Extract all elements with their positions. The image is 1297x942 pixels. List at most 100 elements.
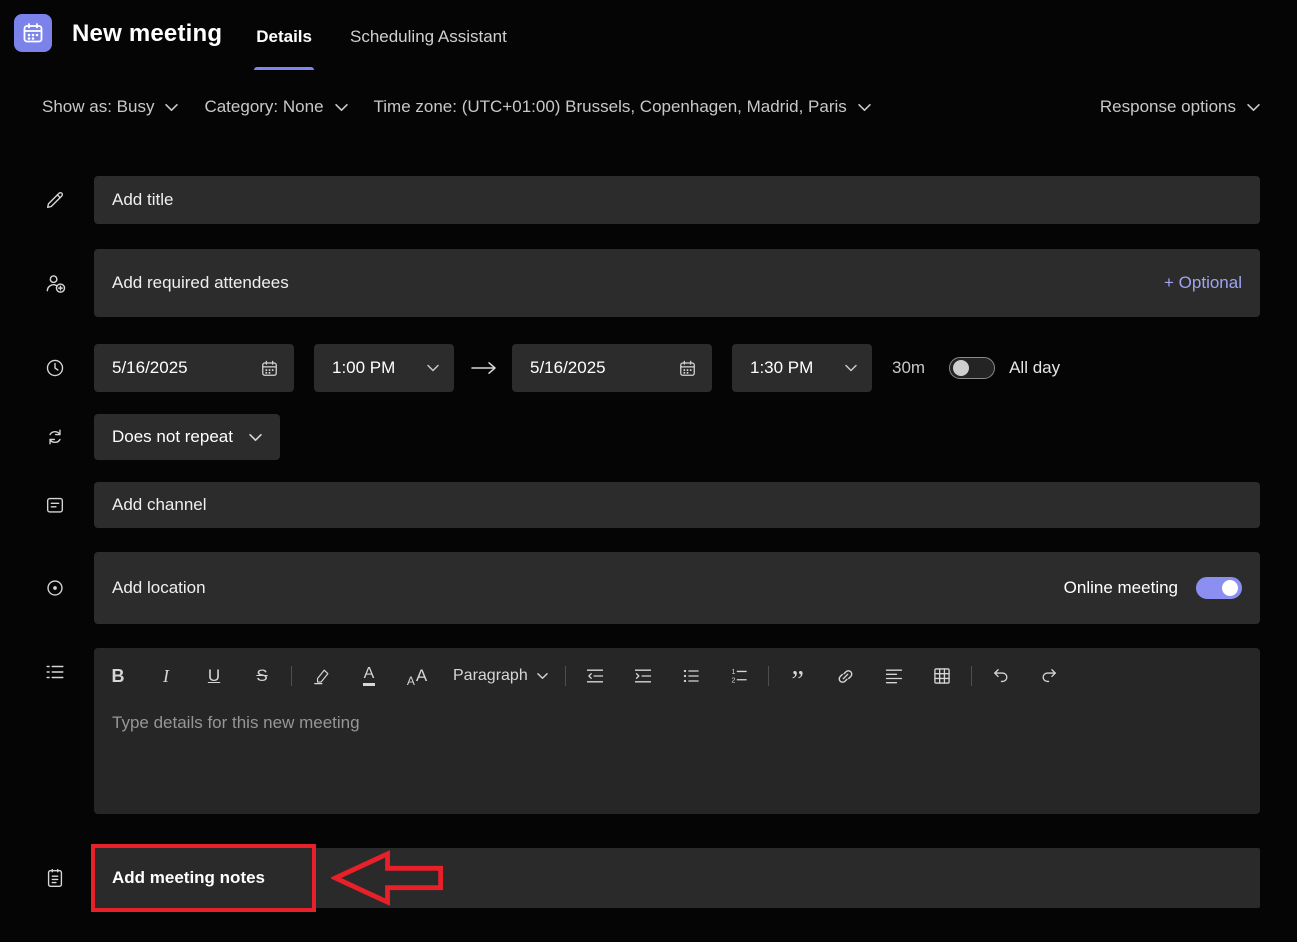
paragraph-style-dropdown[interactable]: Paragraph [441,661,560,691]
start-date-field[interactable]: 5/16/2025 [94,344,294,392]
italic-button[interactable]: I [142,661,190,691]
attendees-row: + Optional [0,249,1260,317]
end-date-value: 5/16/2025 [530,358,606,378]
quote-glyph: ” [792,676,804,687]
calendar-glyph-icon [21,21,45,45]
location-icon [0,577,94,599]
end-date-field[interactable]: 5/16/2025 [512,344,712,392]
editor-toolbar: B I U S A A A Paragraph [94,648,1260,696]
location-field: Online meeting [94,552,1260,624]
tab-scheduling-assistant[interactable]: Scheduling Assistant [348,25,509,70]
red-arrow-annotation [331,850,446,906]
details-editor-area[interactable]: Type details for this new meeting [94,696,1260,750]
recurrence-dropdown[interactable]: Does not repeat [94,414,280,460]
link-button[interactable] [822,661,870,691]
font-color-button[interactable]: A [345,661,393,691]
all-day-label: All day [1009,358,1060,378]
numbered-list-button[interactable]: 1 2 [715,661,763,691]
clock-icon [0,357,94,379]
chevron-down-icon [249,433,262,442]
outdent-button[interactable] [571,661,619,691]
datetime-row: 5/16/2025 1:00 PM 5/16/2025 1:30 PM 30m [0,344,1260,392]
chevron-down-icon [1247,103,1260,112]
online-meeting-toggle[interactable] [1196,577,1242,599]
calendar-icon [678,359,697,378]
list-details-icon [0,661,94,683]
text-align-icon [884,666,904,686]
add-optional-attendees-link[interactable]: + Optional [1164,273,1242,293]
online-meeting-label: Online meeting [1064,578,1178,598]
quote-button[interactable]: ” [774,661,822,691]
channel-field [94,482,1260,528]
details-row: B I U S A A A Paragraph [0,648,1260,814]
timezone-label: Time zone: (UTC+01:00) Brussels, Copenha… [374,97,847,117]
start-time-value: 1:00 PM [332,358,395,378]
toolbar-divider [768,666,769,686]
chevron-down-icon [165,103,178,112]
svg-text:2: 2 [731,676,735,684]
indent-button[interactable] [619,661,667,691]
required-attendees-input[interactable] [112,273,1148,293]
response-options-dropdown[interactable]: Response options [1100,97,1260,117]
chevron-down-icon [858,103,871,112]
options-bar: Show as: Busy Category: None Time zone: … [42,94,1260,120]
page-title: New meeting [72,20,222,48]
attendees-field: + Optional [94,249,1260,317]
paragraph-style-value: Paragraph [453,667,528,685]
duration-label: 30m [892,358,925,378]
outdent-icon [585,666,605,686]
link-icon [835,666,856,687]
underline-button[interactable]: U [190,661,238,691]
datetime-controls: 5/16/2025 1:00 PM 5/16/2025 1:30 PM 30m [94,344,1260,392]
toggle-knob [1222,580,1238,596]
bullet-list-button[interactable] [667,661,715,691]
font-size-large-glyph: A [416,666,427,686]
response-options-label: Response options [1100,97,1236,117]
title-input[interactable] [112,190,1242,210]
meeting-notes-label: Add meeting notes [112,868,265,888]
bold-button[interactable]: B [94,661,142,691]
font-size-button[interactable]: A A [393,661,441,691]
font-size-small-glyph: A [407,672,415,691]
category-dropdown[interactable]: Category: None [204,97,347,117]
show-as-dropdown[interactable]: Show as: Busy [42,97,178,117]
toolbar-divider [291,666,292,686]
timezone-dropdown[interactable]: Time zone: (UTC+01:00) Brussels, Copenha… [374,97,871,117]
highlighter-icon [312,667,331,686]
text-align-button[interactable] [870,661,918,691]
category-label: Category: None [204,97,323,117]
tab-details[interactable]: Details [254,25,314,70]
end-time-dropdown[interactable]: 1:30 PM [732,344,872,392]
chevron-down-icon [427,364,439,372]
highlighter-button[interactable] [297,661,345,691]
calendar-icon [260,359,279,378]
undo-icon [991,666,1011,686]
repeat-icon [0,426,94,448]
chevron-down-icon [537,672,548,680]
start-time-dropdown[interactable]: 1:00 PM [314,344,454,392]
font-color-glyph: A [363,666,376,687]
bullet-list-icon [681,666,701,686]
rich-text-editor: B I U S A A A Paragraph [94,648,1260,814]
undo-button[interactable] [977,661,1025,691]
calendar-app-icon [14,14,52,52]
location-input[interactable] [112,578,1064,598]
all-day-toggle[interactable] [949,357,995,379]
add-meeting-notes-button[interactable]: Add meeting notes [94,848,1260,908]
redo-button[interactable] [1025,661,1073,691]
redo-icon [1039,666,1059,686]
numbered-list-icon: 1 2 [729,666,749,686]
channel-icon [0,494,94,516]
meeting-notes-row: Add meeting notes [0,848,1260,908]
strikethrough-button[interactable]: S [238,661,286,691]
recurrence-row: Does not repeat [0,414,1260,460]
location-row: Online meeting [0,552,1260,624]
toggle-knob [953,360,969,376]
arrow-right-icon [470,360,498,376]
toolbar-divider [565,666,566,686]
table-icon [932,666,952,686]
header: New meeting Details Scheduling Assistant [0,0,1297,70]
toolbar-divider [971,666,972,686]
channel-input[interactable] [112,495,1242,515]
insert-table-button[interactable] [918,661,966,691]
